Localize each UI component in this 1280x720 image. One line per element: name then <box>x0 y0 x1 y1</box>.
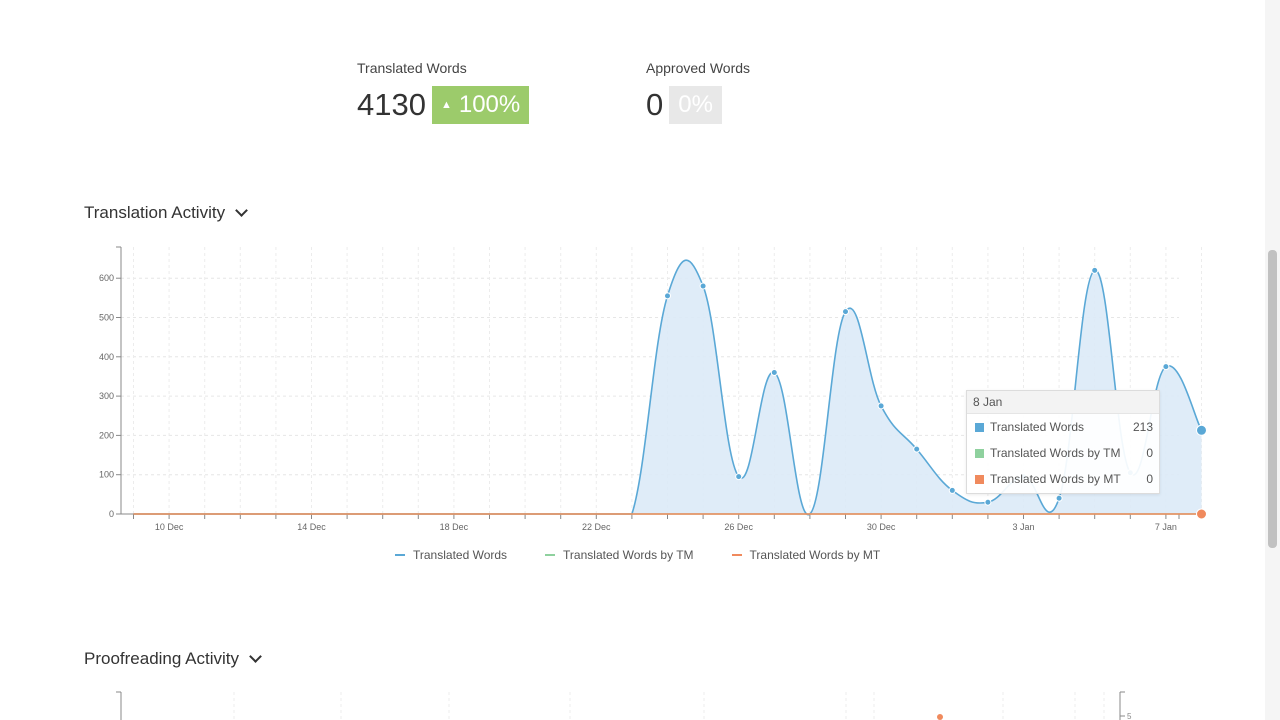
tooltip-swatch-translated <box>975 422 984 432</box>
data-point <box>770 369 778 377</box>
y-tick-label: 500 <box>99 313 114 323</box>
y-tick-label: 400 <box>99 352 114 362</box>
data-point <box>913 445 921 453</box>
x-tick-label: 18 Dec <box>440 522 469 532</box>
data-point <box>1091 266 1099 274</box>
tooltip-series-name: Translated Words by MT <box>990 472 1121 486</box>
proof-data-point <box>937 714 943 720</box>
tooltip-swatch-tm <box>975 448 984 458</box>
legend-line-translated <box>395 554 405 556</box>
data-point <box>984 498 992 506</box>
y-tick-label: 0 <box>109 509 114 519</box>
data-point <box>699 282 707 290</box>
data-point <box>664 292 671 300</box>
legend-item-translated[interactable]: Translated Words <box>395 548 507 562</box>
tooltip-row: Translated Words by TM 0 <box>967 440 1159 466</box>
data-point-highlighted <box>1196 424 1207 436</box>
x-tick-label: 10 Dec <box>155 522 184 532</box>
data-point <box>948 486 956 494</box>
x-tick-label: 30 Dec <box>867 522 896 532</box>
data-point <box>735 473 743 481</box>
tooltip-series-value: 213 <box>1132 420 1153 434</box>
legend-item-tm[interactable]: Translated Words by TM <box>545 548 694 562</box>
tooltip-series-name: Translated Words by TM <box>990 446 1121 460</box>
y-tick-label: 600 <box>99 273 114 283</box>
data-point <box>842 308 849 316</box>
tooltip-series-name: Translated Words <box>990 420 1085 434</box>
legend-label-tm: Translated Words by TM <box>563 548 694 562</box>
data-point <box>1055 494 1063 502</box>
x-tick-label: 3 Jan <box>1012 522 1034 532</box>
proofreading-activity-title: Proofreading Activity <box>84 649 239 668</box>
chart-tooltip: 8 Jan Translated Words 213 Translated Wo… <box>966 390 1160 494</box>
mt-point-highlighted <box>1196 508 1207 520</box>
tooltip-series-value: 0 <box>1146 472 1153 486</box>
scrollbar-thumb[interactable] <box>1268 250 1277 548</box>
x-tick-label: 22 Dec <box>582 522 611 532</box>
proofreading-activity-toggle[interactable]: Proofreading Activity <box>84 649 262 669</box>
translation-activity-chart: 0 100 200 300 400 500 600 10 Dec 14 Dec 18 Dec 22 … <box>99 246 1207 532</box>
tooltip-series-value: 0 <box>1146 446 1153 460</box>
chart-legend: Translated Words Translated Words by TM … <box>395 548 918 562</box>
data-point <box>1162 363 1170 371</box>
legend-line-mt <box>731 554 742 556</box>
y-tick-label: 100 <box>99 470 114 480</box>
tooltip-swatch-mt <box>975 474 984 484</box>
y-tick-label: 300 <box>99 391 114 401</box>
data-point <box>877 402 885 410</box>
x-tick-label: 14 Dec <box>297 522 326 532</box>
chevron-down-icon <box>249 650 262 663</box>
proofreading-activity-chart: 5 <box>116 691 1132 720</box>
tooltip-date: 8 Jan <box>967 391 1159 414</box>
y-tick-label: 200 <box>99 430 114 440</box>
tooltip-row: Translated Words 213 <box>967 414 1159 440</box>
page-scrollbar[interactable] <box>1265 0 1280 720</box>
legend-line-tm <box>545 554 556 556</box>
legend-label-mt: Translated Words by MT <box>749 548 881 562</box>
tooltip-row: Translated Words by MT 0 <box>967 466 1159 492</box>
proof-y-tick-label: 5 <box>1127 712 1132 720</box>
x-tick-label: 26 Dec <box>724 522 753 532</box>
legend-label-translated: Translated Words <box>413 548 508 562</box>
x-tick-label: 7 Jan <box>1155 522 1177 532</box>
legend-item-mt[interactable]: Translated Words by MT <box>731 548 881 562</box>
